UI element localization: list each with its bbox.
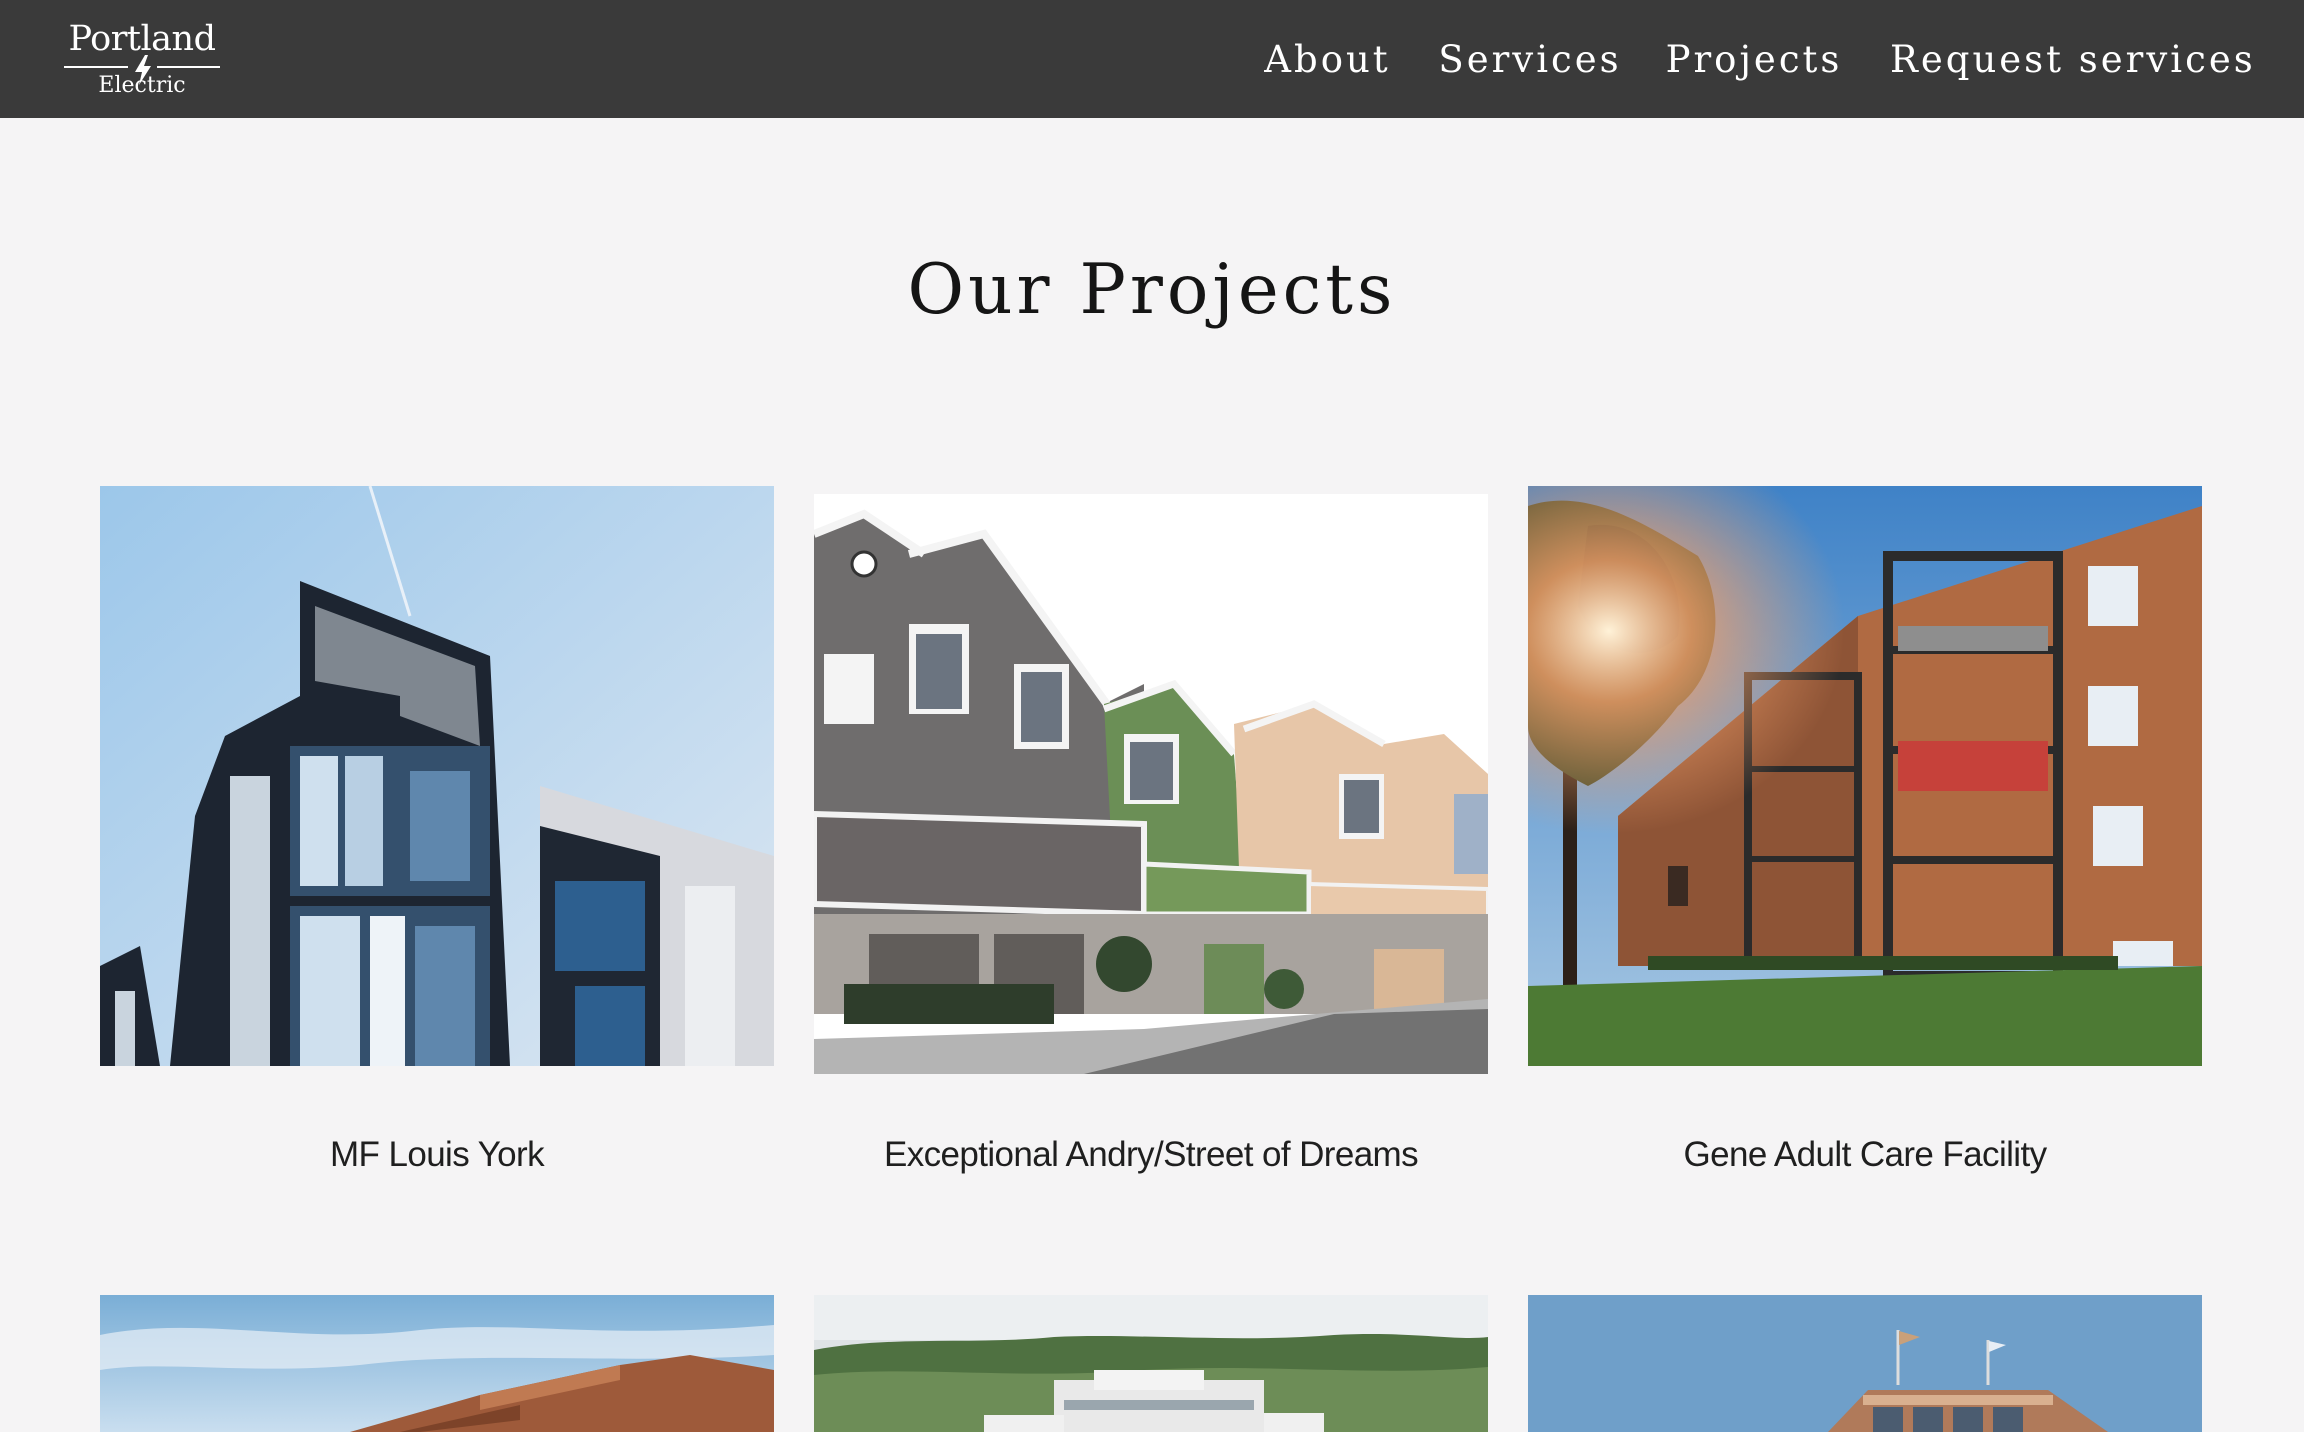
- logo-divider-right: [157, 66, 220, 68]
- glass-tower-flags-photo[interactable]: [1528, 1295, 2202, 1432]
- brand-name-line2: Electric: [98, 73, 186, 98]
- project-title[interactable]: Exceptional Andry/Street of Dreams: [814, 1130, 1488, 1180]
- brick-apartment-balconies-photo[interactable]: [1528, 486, 2202, 1066]
- project-card[interactable]: [1528, 1295, 2202, 1432]
- townhouse-row-photo[interactable]: [814, 494, 1488, 1074]
- project-card[interactable]: MF Louis York: [100, 486, 774, 1186]
- project-title[interactable]: MF Louis York: [100, 1130, 774, 1180]
- nav-link-services[interactable]: Services: [1436, 30, 1624, 90]
- nav-link-request-services[interactable]: Request services: [1890, 30, 2253, 90]
- aerial-office-campus-photo[interactable]: [814, 1295, 1488, 1432]
- modern-apartment-building-photo[interactable]: [100, 486, 774, 1066]
- brick-building-sky-photo[interactable]: [100, 1295, 774, 1432]
- project-card[interactable]: [814, 1295, 1488, 1432]
- page-title: Our Projects: [907, 250, 1397, 330]
- brand-logo[interactable]: Portland Electric: [63, 18, 221, 102]
- project-title[interactable]: Gene Adult Care Facility: [1528, 1130, 2202, 1180]
- project-card[interactable]: [100, 1295, 774, 1432]
- project-card[interactable]: Exceptional Andry/Street of Dreams: [814, 486, 1488, 1186]
- logo-divider-left: [64, 66, 128, 68]
- nav-link-about[interactable]: About: [1255, 30, 1400, 90]
- project-card[interactable]: Gene Adult Care Facility: [1528, 486, 2202, 1186]
- nav-link-projects[interactable]: Projects: [1664, 30, 1844, 90]
- brand-name-line1: Portland: [68, 19, 216, 59]
- site-header: Portland Electric About Services Project…: [0, 0, 2304, 118]
